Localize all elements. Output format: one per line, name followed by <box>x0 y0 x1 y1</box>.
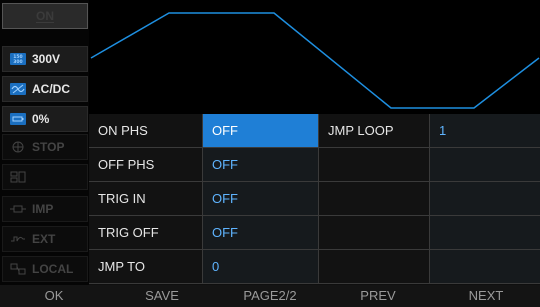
table-row: OFF PHS OFF <box>89 148 540 182</box>
local-label: LOCAL <box>32 262 74 276</box>
page-softkey[interactable]: PAGE2/2 <box>216 285 324 307</box>
level-button[interactable]: 0% <box>2 106 88 132</box>
waveform-display <box>89 0 540 114</box>
next-softkey[interactable]: NEXT <box>432 285 540 307</box>
table-row: ON PHS OFF JMP LOOP 1 <box>89 114 540 148</box>
svg-text:300: 300 <box>13 59 22 65</box>
output-on-label: ON <box>36 9 54 23</box>
stop-icon <box>9 141 27 154</box>
empty-label <box>318 216 429 249</box>
acdc-mode-button[interactable]: AC/DC <box>2 76 88 102</box>
table-row: TRIG IN OFF <box>89 182 540 216</box>
table-row: TRIG OFF OFF <box>89 216 540 250</box>
jump-loop-value[interactable]: 1 <box>429 114 540 147</box>
ext-label: EXT <box>32 232 56 246</box>
meter-button[interactable] <box>2 164 88 190</box>
empty-value <box>429 182 540 215</box>
wave-ext-icon <box>9 233 27 246</box>
stop-button[interactable]: STOP <box>2 134 88 160</box>
parameter-table: ON PHS OFF JMP LOOP 1 OFF PHS OFF TRIG I… <box>89 114 540 285</box>
impedance-icon <box>9 203 27 216</box>
acdc-mode-label: AC/DC <box>32 82 70 96</box>
ok-softkey[interactable]: OK <box>0 285 108 307</box>
waveform-trace <box>90 12 540 109</box>
empty-value <box>429 148 540 181</box>
on-phase-label: ON PHS <box>89 114 202 147</box>
prev-softkey[interactable]: PREV <box>324 285 432 307</box>
off-phase-label: OFF PHS <box>89 148 202 181</box>
acdc-icon <box>9 83 27 96</box>
stop-label: STOP <box>32 140 65 154</box>
battery-icon <box>9 113 27 126</box>
range-icon: 150 300 <box>9 53 27 66</box>
local-button[interactable]: LOCAL <box>2 256 88 282</box>
trig-in-label: TRIG IN <box>89 182 202 215</box>
on-phase-value[interactable]: OFF <box>202 114 318 147</box>
save-softkey[interactable]: SAVE <box>108 285 216 307</box>
jump-to-label: JMP TO <box>89 250 202 283</box>
trig-off-value[interactable]: OFF <box>202 216 318 249</box>
impedance-button[interactable]: IMP <box>2 196 88 222</box>
level-label: 0% <box>32 112 50 126</box>
ext-button[interactable]: EXT <box>2 226 88 252</box>
softkey-bar: OK SAVE PAGE2/2 PREV NEXT <box>0 285 540 307</box>
voltage-range-button[interactable]: 150 300 300V <box>2 46 88 72</box>
trig-off-label: TRIG OFF <box>89 216 202 249</box>
impedance-label: IMP <box>32 202 54 216</box>
status-sidebar: ON 150 300 300V AC/DC 0% STOP IMP EXT LO… <box>0 0 89 285</box>
trig-in-value[interactable]: OFF <box>202 182 318 215</box>
empty-value <box>429 250 540 283</box>
screen: ON 150 300 300V AC/DC 0% STOP IMP EXT LO… <box>0 0 540 307</box>
jump-loop-label: JMP LOOP <box>318 114 429 147</box>
empty-label <box>318 182 429 215</box>
empty-label <box>318 250 429 283</box>
empty-value <box>429 216 540 249</box>
voltage-range-label: 300V <box>32 52 61 66</box>
output-on-button[interactable]: ON <box>2 3 88 29</box>
empty-label <box>318 148 429 181</box>
meter-icon <box>9 171 27 184</box>
local-icon <box>9 263 27 276</box>
jump-to-value[interactable]: 0 <box>202 250 318 283</box>
table-row: JMP TO 0 <box>89 250 540 284</box>
off-phase-value[interactable]: OFF <box>202 148 318 181</box>
